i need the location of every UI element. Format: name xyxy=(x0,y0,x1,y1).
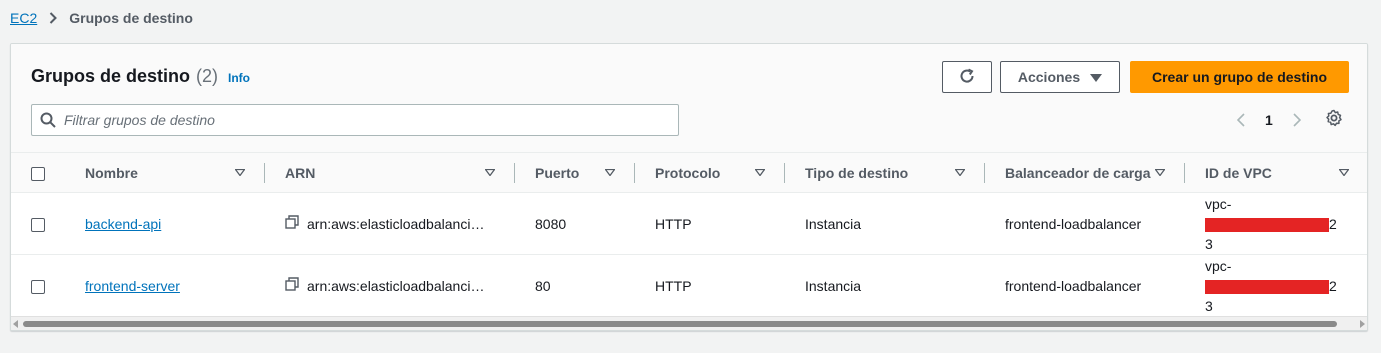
target-groups-table: Nombre ARN Puerto Protocolo Tipo de dest… xyxy=(11,152,1367,317)
column-header-protocol: Protocolo xyxy=(655,164,721,181)
sort-caret-icon[interactable] xyxy=(485,169,495,176)
select-all-checkbox[interactable] xyxy=(31,166,45,181)
chevron-left-icon[interactable] xyxy=(1231,113,1251,127)
target-type-cell: Instancia xyxy=(785,192,985,255)
table-header-row: Nombre ARN Puerto Protocolo Tipo de dest… xyxy=(11,152,1367,193)
table-row[interactable]: frontend-server arn:aws:elasticloadbalan… xyxy=(11,254,1367,317)
target-group-name-link[interactable]: frontend-server xyxy=(85,278,180,294)
panel-header: Grupos de destino (2) Info Acciones Crea… xyxy=(11,44,1367,152)
copy-icon[interactable] xyxy=(285,277,299,294)
protocol-cell: HTTP xyxy=(635,254,785,317)
column-header-name: Nombre xyxy=(85,164,138,181)
copy-icon[interactable] xyxy=(285,215,299,232)
column-header-arn: ARN xyxy=(285,164,316,181)
caret-down-icon xyxy=(1090,69,1103,85)
title-text: Grupos de destino xyxy=(31,66,191,86)
target-type-cell: Instancia xyxy=(785,254,985,317)
vpc-line2: 3 xyxy=(1205,235,1213,252)
vpc-id-cell: vpc- 2 3 xyxy=(1185,254,1367,317)
target-group-name-link[interactable]: backend-api xyxy=(85,216,161,232)
arn-value: arn:aws:elasticloadbalancing: xyxy=(307,277,487,294)
load-balancer-cell: frontend-loadbalancer xyxy=(985,192,1185,255)
vpc-suffix: 2 xyxy=(1329,215,1337,232)
sort-caret-icon[interactable] xyxy=(955,169,965,176)
info-link[interactable]: Info xyxy=(228,71,250,85)
sort-caret-icon[interactable] xyxy=(755,169,765,176)
port-cell: 8080 xyxy=(515,192,635,255)
actions-label: Acciones xyxy=(1017,69,1081,85)
vpc-line2: 3 xyxy=(1205,297,1213,314)
column-header-target-type: Tipo de destino xyxy=(805,164,909,181)
sort-caret-icon[interactable] xyxy=(235,169,245,176)
horizontal-scrollbar[interactable] xyxy=(11,316,1367,330)
vpc-id-cell: vpc- 2 3 xyxy=(1185,192,1367,255)
breadcrumb-ec2-link[interactable]: EC2 xyxy=(10,10,37,26)
load-balancer-cell: frontend-loadbalancer xyxy=(985,254,1185,317)
sort-caret-icon[interactable] xyxy=(1339,169,1349,176)
breadcrumb-current: Grupos de destino xyxy=(69,10,193,26)
refresh-icon xyxy=(958,67,976,88)
column-header-port: Puerto xyxy=(535,164,580,181)
vpc-prefix: vpc- xyxy=(1205,195,1232,212)
item-count: (2) xyxy=(196,66,219,86)
column-header-vpc-id: ID de VPC xyxy=(1205,164,1272,181)
port-cell: 80 xyxy=(515,254,635,317)
search-icon xyxy=(32,112,64,128)
table-row[interactable]: backend-api arn:aws:elasticloadbalancing… xyxy=(11,192,1367,255)
chevron-right-icon xyxy=(49,12,58,24)
scroll-right-arrow-icon[interactable] xyxy=(1360,320,1365,328)
target-groups-panel: Grupos de destino (2) Info Acciones Crea… xyxy=(10,43,1368,331)
redaction-bar xyxy=(1205,279,1329,294)
vpc-suffix: 2 xyxy=(1329,277,1337,294)
sort-caret-icon[interactable] xyxy=(605,169,615,176)
scrollbar-thumb[interactable] xyxy=(23,321,1337,327)
search-input[interactable] xyxy=(64,106,678,134)
row-checkbox[interactable] xyxy=(31,279,45,294)
pagination: 1 xyxy=(1231,110,1307,130)
scroll-left-arrow-icon[interactable] xyxy=(13,320,18,328)
sort-caret-icon[interactable] xyxy=(1155,169,1165,176)
breadcrumb: EC2 Grupos de destino xyxy=(10,8,193,28)
vpc-prefix: vpc- xyxy=(1205,257,1232,274)
protocol-cell: HTTP xyxy=(635,192,785,255)
filter-search xyxy=(31,104,679,136)
column-header-load-balancer: Balanceador de carga xyxy=(1005,164,1151,181)
create-target-group-button[interactable]: Crear un grupo de destino xyxy=(1130,61,1349,93)
refresh-button[interactable] xyxy=(942,61,992,93)
actions-dropdown-button[interactable]: Acciones xyxy=(1000,61,1120,93)
chevron-right-icon[interactable] xyxy=(1287,113,1307,127)
page-title: Grupos de destino (2) Info xyxy=(31,66,250,87)
arn-value: arn:aws:elasticloadbalancing: xyxy=(307,215,487,232)
gear-icon[interactable] xyxy=(1325,109,1343,130)
redaction-bar xyxy=(1205,217,1329,232)
row-checkbox[interactable] xyxy=(31,217,45,232)
page-number[interactable]: 1 xyxy=(1265,112,1273,128)
